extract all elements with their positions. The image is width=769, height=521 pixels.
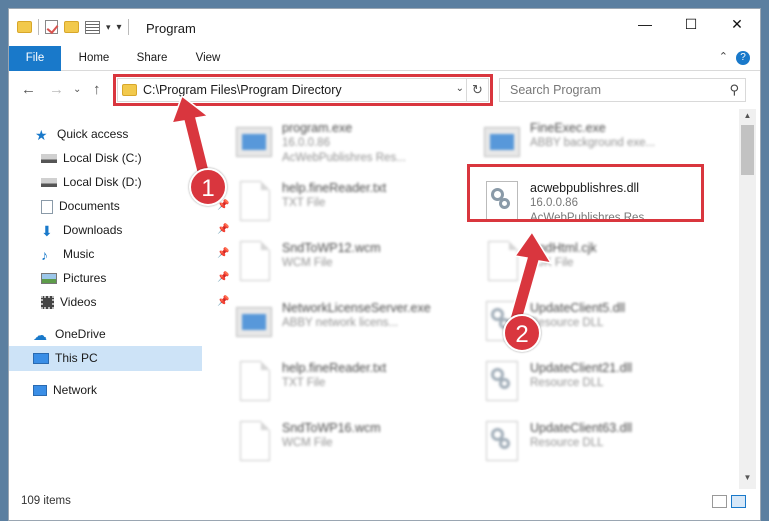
drive-icon: [41, 154, 57, 164]
file-item[interactable]: SndHtml.cjk CJK File: [476, 237, 716, 289]
scroll-up-icon[interactable]: ▲: [739, 111, 756, 125]
explorer-window: ▾ ▾ Program — ☐ ✕ File Home Share View ⌃…: [8, 8, 761, 521]
minimize-button[interactable]: —: [622, 9, 668, 39]
search-input[interactable]: Search Program ⚲: [499, 78, 746, 102]
customize-toolbar-icon[interactable]: ▾: [117, 22, 122, 33]
sidebar-item-local-disk-d[interactable]: Local Disk (D:): [41, 171, 211, 193]
file-item[interactable]: UpdateClient21.dll Resource DLL: [476, 357, 716, 409]
dll-highlight-box: [467, 164, 704, 222]
document-icon: [234, 419, 274, 463]
back-arrow-icon[interactable]: ←: [21, 81, 36, 98]
drive-icon: [41, 178, 57, 188]
navigation-bar: ← → ⌄ ↑ C:\Program Files\Program Directo…: [9, 72, 760, 108]
sidebar-item-this-pc[interactable]: This PC: [33, 347, 98, 369]
sidebar-item-pictures[interactable]: Pictures 📌: [41, 267, 229, 289]
documents-icon: [41, 199, 53, 214]
toolbar-divider: [127, 19, 129, 35]
sidebar-item-downloads[interactable]: ⬇ Downloads 📌: [41, 219, 229, 241]
document-icon: [234, 179, 274, 223]
status-bar: 109 items: [9, 491, 760, 513]
properties-check-icon[interactable]: [45, 20, 58, 34]
exe-icon: [482, 119, 522, 163]
folder-icon: [17, 21, 32, 33]
network-icon: [33, 385, 47, 397]
new-folder-icon[interactable]: [64, 21, 79, 33]
title-bar: ▾ ▾ Program — ☐ ✕: [9, 9, 760, 46]
dll-gear-icon: [482, 359, 522, 403]
view-switcher: [712, 495, 746, 508]
sidebar-item-videos[interactable]: Videos 📌: [41, 291, 229, 313]
sidebar-item-quick-access[interactable]: ★ Quick access: [35, 123, 128, 145]
toolbar-divider: [38, 19, 39, 35]
details-view-icon[interactable]: [712, 495, 727, 508]
download-icon: ⬇: [41, 222, 53, 239]
sidebar-item-music[interactable]: ♪ Music 📌: [41, 243, 229, 265]
close-button[interactable]: ✕: [714, 9, 760, 39]
address-highlight-box: [113, 74, 493, 106]
scroll-down-icon[interactable]: ▼: [739, 473, 756, 487]
forward-arrow-icon[interactable]: →: [49, 81, 64, 98]
sidebar-item-onedrive[interactable]: ☁ OneDrive: [33, 323, 106, 345]
maximize-button[interactable]: ☐: [668, 9, 714, 39]
pictures-icon: [41, 273, 57, 285]
collapse-ribbon-icon[interactable]: ⌃: [719, 50, 728, 63]
file-item[interactable]: FineExec.exe ABBY background exe...: [476, 117, 716, 169]
tab-home[interactable]: Home: [71, 46, 117, 71]
navigation-pane: ★ Quick access Local Disk (C:) Local Disk…: [9, 109, 229, 489]
sidebar-item-documents[interactable]: Documents 📌: [41, 195, 229, 217]
properties-icon[interactable]: [85, 20, 100, 34]
sidebar-item-local-disk-c[interactable]: Local Disk (C:): [41, 147, 211, 169]
file-item[interactable]: help.fineReader.txt TXT File: [228, 177, 468, 229]
tab-file[interactable]: File: [9, 46, 61, 71]
chevron-down-icon[interactable]: ▾: [106, 22, 111, 33]
file-item[interactable]: UpdateClient63.dll Resource DLL: [476, 417, 716, 469]
file-item[interactable]: SndToWP16.wcm WCM File: [228, 417, 468, 469]
sidebar-item-network[interactable]: Network: [33, 379, 97, 401]
help-icon[interactable]: ?: [736, 51, 750, 65]
recent-locations-icon[interactable]: ⌄: [73, 84, 81, 95]
tab-view[interactable]: View: [187, 46, 229, 71]
music-icon: ♪: [41, 246, 48, 263]
window-controls: — ☐ ✕: [622, 9, 760, 39]
star-icon: ★: [35, 126, 48, 143]
quick-access-toolbar: ▾ ▾: [17, 19, 129, 35]
window-title: Program: [146, 21, 196, 36]
step-1-badge: 1: [189, 168, 227, 206]
file-item[interactable]: SndToWP12.wcm WCM File: [228, 237, 468, 289]
search-icon[interactable]: ⚲: [729, 82, 739, 98]
file-item[interactable]: program.exe 16.0.0.86 AcWebPublishres Re…: [228, 117, 468, 169]
ribbon-tabs: File Home Share View ⌃ ?: [9, 46, 760, 71]
step-2-badge: 2: [503, 314, 541, 352]
item-count: 109 items: [21, 495, 71, 507]
exe-icon: [234, 119, 274, 163]
dll-gear-icon: [482, 419, 522, 463]
file-item[interactable]: help.fineReader.txt TXT File: [228, 357, 468, 409]
up-arrow-icon[interactable]: ↑: [93, 81, 101, 98]
videos-icon: [41, 296, 54, 310]
exe-icon: [234, 299, 274, 343]
computer-icon: [33, 353, 49, 365]
document-icon: [234, 239, 274, 283]
tiles-view-icon[interactable]: [731, 495, 746, 508]
cloud-icon: ☁: [33, 326, 47, 343]
search-placeholder: Search Program: [510, 83, 602, 97]
scrollbar-thumb[interactable]: [741, 125, 754, 175]
file-item[interactable]: NetworkLicenseServer.exe ABBY network li…: [228, 297, 468, 349]
document-icon: [482, 239, 522, 283]
vertical-scrollbar[interactable]: ▲ ▼: [739, 109, 756, 489]
document-icon: [234, 359, 274, 403]
tab-share[interactable]: Share: [129, 46, 175, 71]
